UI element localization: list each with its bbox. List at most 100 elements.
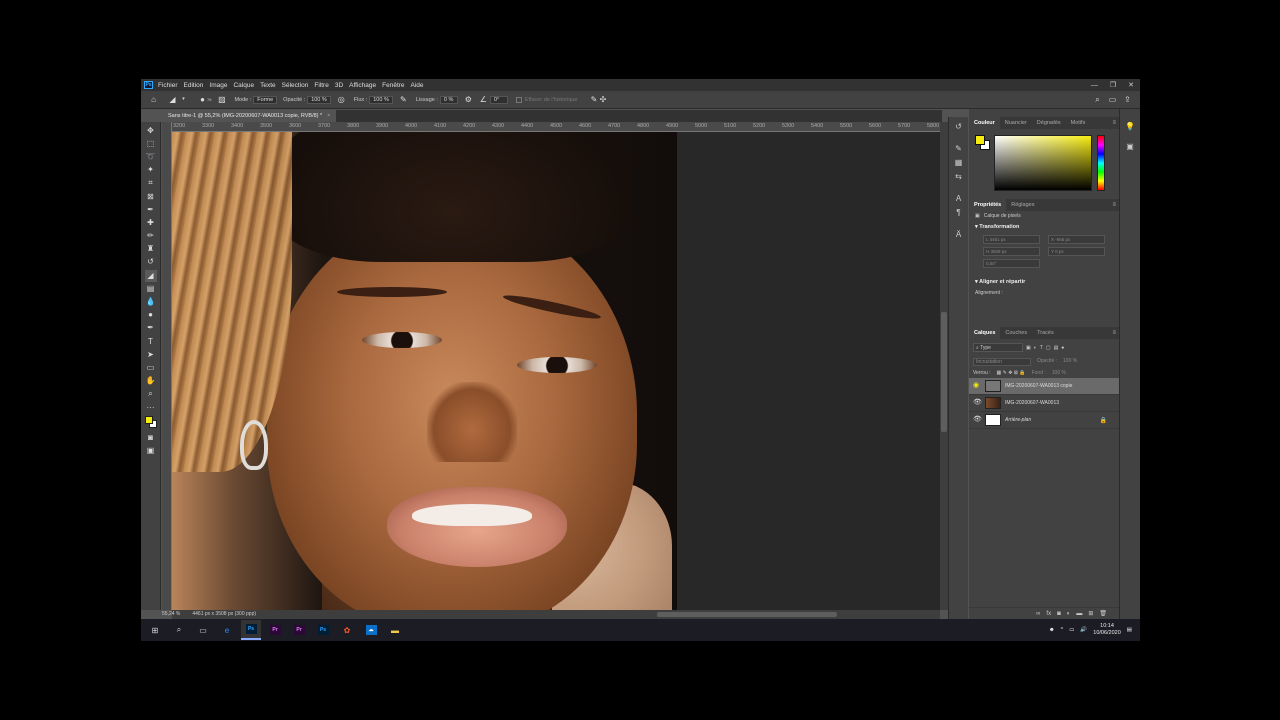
eyedropper-tool-icon[interactable]: ✒ [145, 204, 157, 216]
taskbar-app-premiere[interactable]: Pr [265, 620, 285, 640]
opacity-value[interactable]: 100 % [1063, 358, 1077, 366]
tab-traces[interactable]: Tracés [1032, 327, 1059, 339]
visibility-eye-icon[interactable]: ◉ [973, 382, 981, 390]
file-explorer-icon[interactable]: ▬ [385, 620, 405, 640]
paragraph-panel-icon[interactable]: ¶ [953, 207, 965, 219]
menu-calque[interactable]: Calque [233, 82, 254, 89]
angle-field[interactable]: 0,00° [983, 259, 1040, 268]
marquee-tool-icon[interactable]: ⬚ [145, 138, 157, 150]
close-tab-icon[interactable]: × [327, 113, 330, 119]
history-brush-tool-icon[interactable]: ↺ [145, 256, 157, 268]
new-group-icon[interactable]: ▬ [1076, 611, 1082, 617]
smoothing-settings-icon[interactable]: ⚙ [464, 95, 473, 104]
delete-layer-icon[interactable]: 🗑 [1099, 610, 1107, 617]
menu-image[interactable]: Image [209, 82, 227, 89]
menu-fenetre[interactable]: Fenêtre [382, 82, 404, 89]
type-tool-icon[interactable]: T [145, 336, 157, 348]
taskbar-app-bluecloud-icon[interactable]: ☁ [361, 620, 381, 640]
panel-menu-icon[interactable]: ≡ [1112, 202, 1116, 208]
eraser-tool-icon[interactable]: ◢ [144, 269, 157, 282]
network-icon[interactable]: ▭ [1069, 627, 1074, 633]
tray-chevron-icon[interactable]: ^ [1061, 627, 1064, 633]
smoothing-field[interactable]: 0 % [439, 95, 458, 104]
angle-field[interactable]: 0° [489, 95, 508, 104]
color-picker-field[interactable] [994, 135, 1092, 191]
tab-couleur[interactable]: Couleur [969, 117, 1000, 129]
clock[interactable]: 10:14 10/06/2020 [1093, 623, 1121, 637]
rectangle-tool-icon[interactable]: ▭ [145, 362, 157, 374]
pressure-size-icon[interactable]: ✎ [590, 95, 599, 104]
x-field[interactable]: X -656 px [1048, 235, 1105, 244]
filter-adjust-icon[interactable]: ◐ [1034, 345, 1037, 351]
align-section-header[interactable]: ▾ Aligner et répartir [969, 276, 1119, 288]
dodge-tool-icon[interactable]: ● [145, 309, 157, 321]
taskbar-app-photoshop[interactable]: Ps [241, 620, 261, 640]
share-icon[interactable]: ⇪ [1123, 95, 1132, 104]
fx-icon[interactable]: fx [1046, 611, 1051, 617]
lasso-tool-icon[interactable]: ➰ [145, 151, 157, 163]
menu-aide[interactable]: Aide [411, 82, 424, 89]
erase-history-checkbox[interactable]: Effacer de l'historique [515, 96, 578, 103]
mode-select[interactable]: Forme [253, 95, 278, 104]
minimize-button[interactable]: — [1091, 82, 1098, 89]
menu-texte[interactable]: Texte [260, 82, 276, 89]
people-icon[interactable]: ☻ [1049, 627, 1055, 633]
blend-mode-select[interactable]: Incrustation [973, 358, 1031, 366]
tab-proprietes[interactable]: Propriétés [969, 199, 1007, 211]
brush-settings-panel-icon[interactable]: ✎ [953, 143, 965, 155]
add-mask-icon[interactable]: ◙ [1057, 611, 1061, 617]
layer-row[interactable]: ◉ IMG-20200607-WA0013 copie [969, 378, 1119, 395]
windows-start-icon[interactable]: ⊞ [145, 620, 165, 640]
glyphs-panel-icon[interactable]: Ä [953, 229, 965, 241]
color-swatches[interactable] [144, 416, 157, 429]
edge-browser-icon[interactable]: e [217, 620, 237, 640]
filter-toggle-icon[interactable]: ● [1061, 345, 1064, 351]
menu-selection[interactable]: Sélection [282, 82, 309, 89]
notification-icon[interactable]: ▤ [1127, 627, 1132, 633]
blur-tool-icon[interactable]: 💧 [145, 296, 157, 308]
filter-smart-icon[interactable]: ▤ [1054, 345, 1059, 351]
tab-nuancier[interactable]: Nuancier [1000, 117, 1032, 129]
task-view-icon[interactable]: ▭ [193, 620, 213, 640]
visibility-eye-icon[interactable]: 👁 [973, 416, 982, 424]
brush-settings-icon[interactable]: ▨ [217, 95, 226, 104]
taskbar-app-photoshop-2[interactable]: Ps [313, 620, 333, 640]
zoom-tool-icon[interactable]: ⌕ [145, 388, 157, 400]
character-panel-icon[interactable]: A [953, 193, 965, 205]
tab-degrades[interactable]: Dégradés [1032, 117, 1066, 129]
screen-mode-icon[interactable]: ▣ [145, 445, 157, 457]
home-icon[interactable]: ⌂ [149, 95, 158, 104]
more-tools-icon[interactable]: ··· [145, 402, 157, 414]
adjustment-layer-icon[interactable]: ◐ [1067, 611, 1071, 617]
symmetry-icon[interactable]: ✣ [599, 95, 608, 104]
tab-motifs[interactable]: Motifs [1066, 117, 1091, 129]
taskbar-app-orange-icon[interactable]: ✿ [337, 620, 357, 640]
brush-picker[interactable]: ● 76 [198, 95, 211, 104]
eraser-tool-icon[interactable]: ◢ [168, 95, 177, 104]
hand-tool-icon[interactable]: ✋ [145, 375, 157, 387]
airbrush-icon[interactable]: ✎ [399, 95, 408, 104]
layer-row[interactable]: 👁 Arrière-plan 🔒 [969, 412, 1119, 429]
transform-section-header[interactable]: ▾ Transformation [969, 221, 1119, 233]
lock-icon[interactable]: 🔒 [1100, 417, 1107, 424]
y-field[interactable]: Y 0 px [1048, 247, 1105, 256]
frame-tool-icon[interactable]: ⊠ [145, 191, 157, 203]
menu-edition[interactable]: Edition [184, 82, 204, 89]
search-icon[interactable]: ⌕ [169, 620, 189, 640]
history-panel-icon[interactable]: ↺ [953, 121, 965, 133]
layer-filter-select[interactable]: ⌕ Type [973, 343, 1023, 352]
hue-slider[interactable] [1097, 135, 1105, 191]
filter-shape-icon[interactable]: ▢ [1046, 345, 1051, 351]
workspace-icon[interactable]: ▭ [1108, 95, 1117, 104]
height-field[interactable]: H 3508 px [983, 247, 1040, 256]
menu-filtre[interactable]: Filtre [314, 82, 328, 89]
restore-button[interactable]: ❐ [1110, 81, 1116, 89]
vertical-scroll-thumb[interactable] [941, 312, 947, 432]
tool-preset-dropdown[interactable]: ▾ [179, 95, 188, 104]
clone-stamp-tool-icon[interactable]: ♜ [145, 243, 157, 255]
menu-affichage[interactable]: Affichage [349, 82, 376, 89]
layer-row[interactable]: 👁 IMG-20200607-WA0013 [969, 395, 1119, 412]
filter-pixel-icon[interactable]: ▣ [1026, 345, 1031, 351]
horizontal-scroll-thumb[interactable] [657, 612, 837, 617]
quick-mask-icon[interactable]: ◙ [145, 432, 157, 444]
